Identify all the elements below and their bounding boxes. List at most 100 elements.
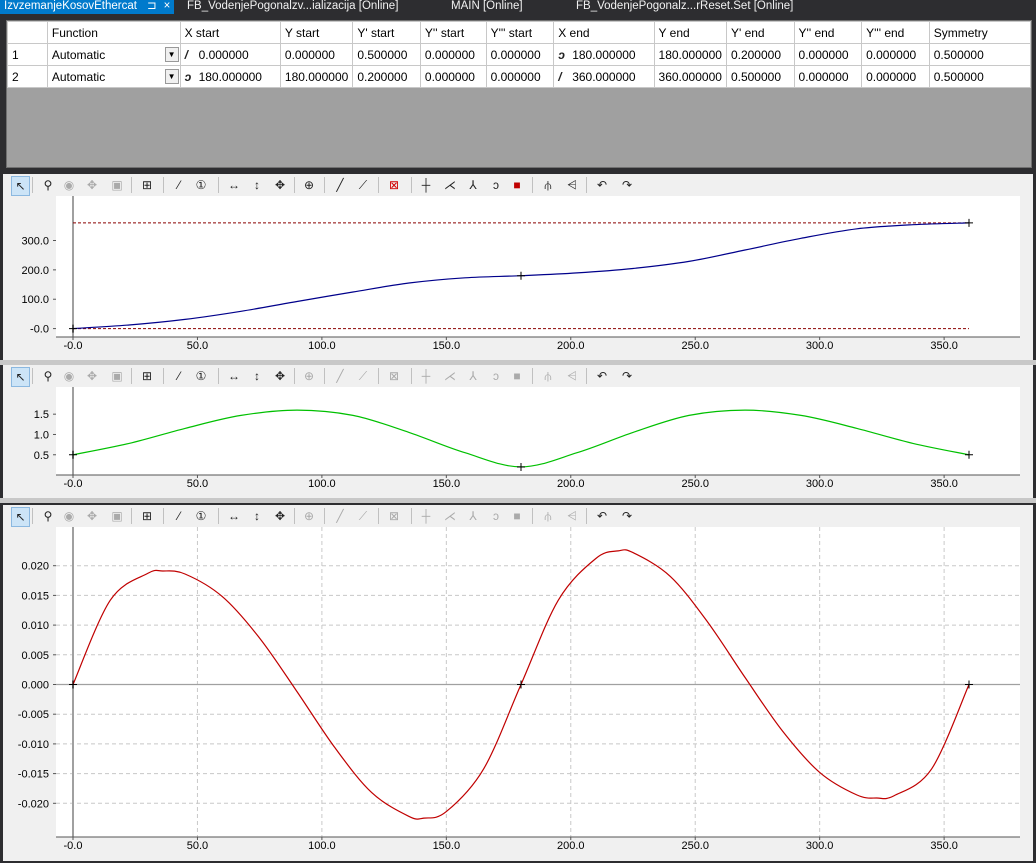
- redo-icon[interactable]: ↷: [619, 368, 635, 384]
- undo-icon[interactable]: ↶: [594, 368, 610, 384]
- undo-icon[interactable]: ↶: [594, 177, 610, 193]
- velocity-chart[interactable]: -0.0 50.0 100.0 150.0 200.0 250.0 300.0 350.0 0.…: [3, 387, 1033, 498]
- y-end-cell[interactable]: 180.000000: [653, 43, 727, 66]
- zoom-area-icon[interactable]: ◉: [61, 177, 77, 193]
- merge-icon[interactable]: ⅄: [465, 177, 481, 193]
- fit-icon[interactable]: ⩤: [564, 508, 580, 524]
- split-icon[interactable]: ⋌: [442, 508, 458, 524]
- pointer-icon[interactable]: ↖: [11, 507, 30, 527]
- grid-icon[interactable]: ⊞: [139, 368, 155, 384]
- y3-start-cell[interactable]: 0.000000: [485, 43, 555, 66]
- print-icon[interactable]: ▣: [109, 508, 125, 524]
- chevron-down-icon[interactable]: ▼: [164, 47, 179, 62]
- y1-end-cell[interactable]: 0.500000: [725, 65, 795, 88]
- redo-icon[interactable]: ↷: [619, 508, 635, 524]
- line-icon[interactable]: ╱: [332, 508, 348, 524]
- column-header[interactable]: Y'' end: [793, 21, 863, 44]
- pointer-icon[interactable]: ↖: [11, 176, 30, 196]
- zoom-icon[interactable]: ⚲: [40, 508, 56, 524]
- mirror-icon[interactable]: ⫛: [540, 177, 556, 193]
- y3-start-cell[interactable]: 0.000000: [485, 65, 555, 88]
- mirror-icon[interactable]: ⫛: [540, 508, 556, 524]
- y1-start-cell[interactable]: 0.500000: [352, 43, 421, 66]
- tab-fb-vodenje-inicializacija[interactable]: FB_VodenjePogonalzv...ializacija [Online…: [187, 0, 398, 14]
- y-end-cell[interactable]: 360.000000: [653, 65, 727, 88]
- target-icon[interactable]: ⊕: [301, 177, 317, 193]
- y2-end-cell[interactable]: 0.000000: [793, 43, 863, 66]
- column-header[interactable]: X start: [179, 21, 281, 44]
- position-chart[interactable]: -0.0 50.0 100.0 150.0 200.0 250.0 300.0 350.0 -0…: [3, 196, 1033, 360]
- polyline-icon[interactable]: ⟋: [355, 177, 371, 193]
- x-start-cell[interactable]: / 0.000000: [179, 43, 281, 66]
- mirror-icon[interactable]: ⫛: [540, 368, 556, 384]
- delete-point-icon[interactable]: ⊠: [386, 508, 402, 524]
- merge-icon[interactable]: ⅄: [465, 368, 481, 384]
- zoom-icon[interactable]: ⚲: [40, 368, 56, 384]
- grid-icon[interactable]: ⊞: [139, 508, 155, 524]
- delete-point-icon[interactable]: ⊠: [386, 177, 402, 193]
- undo-icon[interactable]: ↶: [594, 508, 610, 524]
- insert-point-icon[interactable]: ┼: [418, 368, 434, 384]
- tab-fb-vodenje-reset[interactable]: FB_VodenjePogonalz...rReset.Set [Online]: [576, 0, 793, 14]
- column-header[interactable]: Y end: [653, 21, 727, 44]
- vertical-move-icon[interactable]: ↕: [249, 508, 265, 524]
- target-icon[interactable]: ⊕: [301, 368, 317, 384]
- y2-end-cell[interactable]: 0.000000: [793, 65, 863, 88]
- column-header[interactable]: Symmetry: [928, 21, 1031, 44]
- split-icon[interactable]: ⋌: [442, 177, 458, 193]
- column-header[interactable]: Y' start: [352, 21, 421, 44]
- redo-icon[interactable]: ↷: [619, 177, 635, 193]
- insert-point-icon[interactable]: ┼: [418, 177, 434, 193]
- pan-icon[interactable]: ✥: [84, 508, 100, 524]
- acceleration-chart[interactable]: -0.0 50.0 100.0 150.0 200.0 250.0 300.0 350.0 0.…: [3, 527, 1033, 861]
- line-icon[interactable]: ╱: [332, 368, 348, 384]
- function-select[interactable]: Automatic ▼: [46, 65, 181, 88]
- smooth-icon[interactable]: ↄ: [488, 368, 504, 384]
- smooth-icon[interactable]: ↄ: [488, 508, 504, 524]
- merge-icon[interactable]: ⅄: [465, 508, 481, 524]
- fit-icon[interactable]: ⩤: [564, 177, 580, 193]
- line-icon[interactable]: ╱: [332, 177, 348, 193]
- select-line-icon[interactable]: ⁄: [171, 508, 187, 524]
- zoom-icon[interactable]: ⚲: [40, 177, 56, 193]
- column-header[interactable]: Y'' start: [419, 21, 487, 44]
- print-icon[interactable]: ▣: [109, 368, 125, 384]
- polyline-icon[interactable]: ⟋: [355, 508, 371, 524]
- y2-start-cell[interactable]: 0.000000: [419, 43, 487, 66]
- pointer-icon[interactable]: ↖: [11, 367, 30, 387]
- print-icon[interactable]: ▣: [109, 177, 125, 193]
- table-row[interactable]: 2 Automatic ▼ ɔ 180.000000 180.000000 0.20…: [7, 65, 1031, 88]
- symmetry-cell[interactable]: 0.500000: [928, 65, 1031, 88]
- splitter[interactable]: [0, 498, 1036, 503]
- stop-icon[interactable]: ■: [509, 508, 525, 524]
- column-header[interactable]: Y''' start: [485, 21, 555, 44]
- column-header[interactable]: Y' end: [725, 21, 795, 44]
- number-one-icon[interactable]: ①: [193, 508, 209, 524]
- split-icon[interactable]: ⋌: [442, 368, 458, 384]
- pan-icon[interactable]: ✥: [84, 177, 100, 193]
- x-end-cell[interactable]: / 360.000000: [553, 65, 655, 88]
- x-end-cell[interactable]: ɔ 180.000000: [553, 43, 655, 66]
- target-icon[interactable]: ⊕: [301, 508, 317, 524]
- select-line-icon[interactable]: ⁄: [171, 177, 187, 193]
- stop-icon[interactable]: ■: [509, 368, 525, 384]
- select-line-icon[interactable]: ⁄: [171, 368, 187, 384]
- column-header[interactable]: Function: [46, 21, 181, 44]
- number-one-icon[interactable]: ①: [193, 368, 209, 384]
- zoom-area-icon[interactable]: ◉: [61, 508, 77, 524]
- vertical-move-icon[interactable]: ↕: [249, 177, 265, 193]
- close-icon[interactable]: ×: [164, 0, 171, 13]
- table-row[interactable]: 1 Automatic ▼ / 0.000000 0.000000 0.500000…: [7, 43, 1031, 66]
- polyline-icon[interactable]: ⟋: [355, 368, 371, 384]
- pin-icon[interactable]: ⊐: [147, 0, 157, 13]
- function-select[interactable]: Automatic ▼: [46, 43, 181, 66]
- y1-start-cell[interactable]: 0.200000: [352, 65, 421, 88]
- delete-point-icon[interactable]: ⊠: [386, 368, 402, 384]
- insert-point-icon[interactable]: ┼: [418, 508, 434, 524]
- tab-izvzemanje[interactable]: IzvzemanjeKosovEthercat ⊐ ×: [0, 0, 175, 14]
- stop-icon[interactable]: ■: [509, 177, 525, 193]
- y-start-cell[interactable]: 0.000000: [279, 43, 354, 66]
- symmetry-cell[interactable]: 0.500000: [928, 43, 1031, 66]
- vertical-move-icon[interactable]: ↕: [249, 368, 265, 384]
- horizontal-move-icon[interactable]: ↔: [226, 177, 242, 193]
